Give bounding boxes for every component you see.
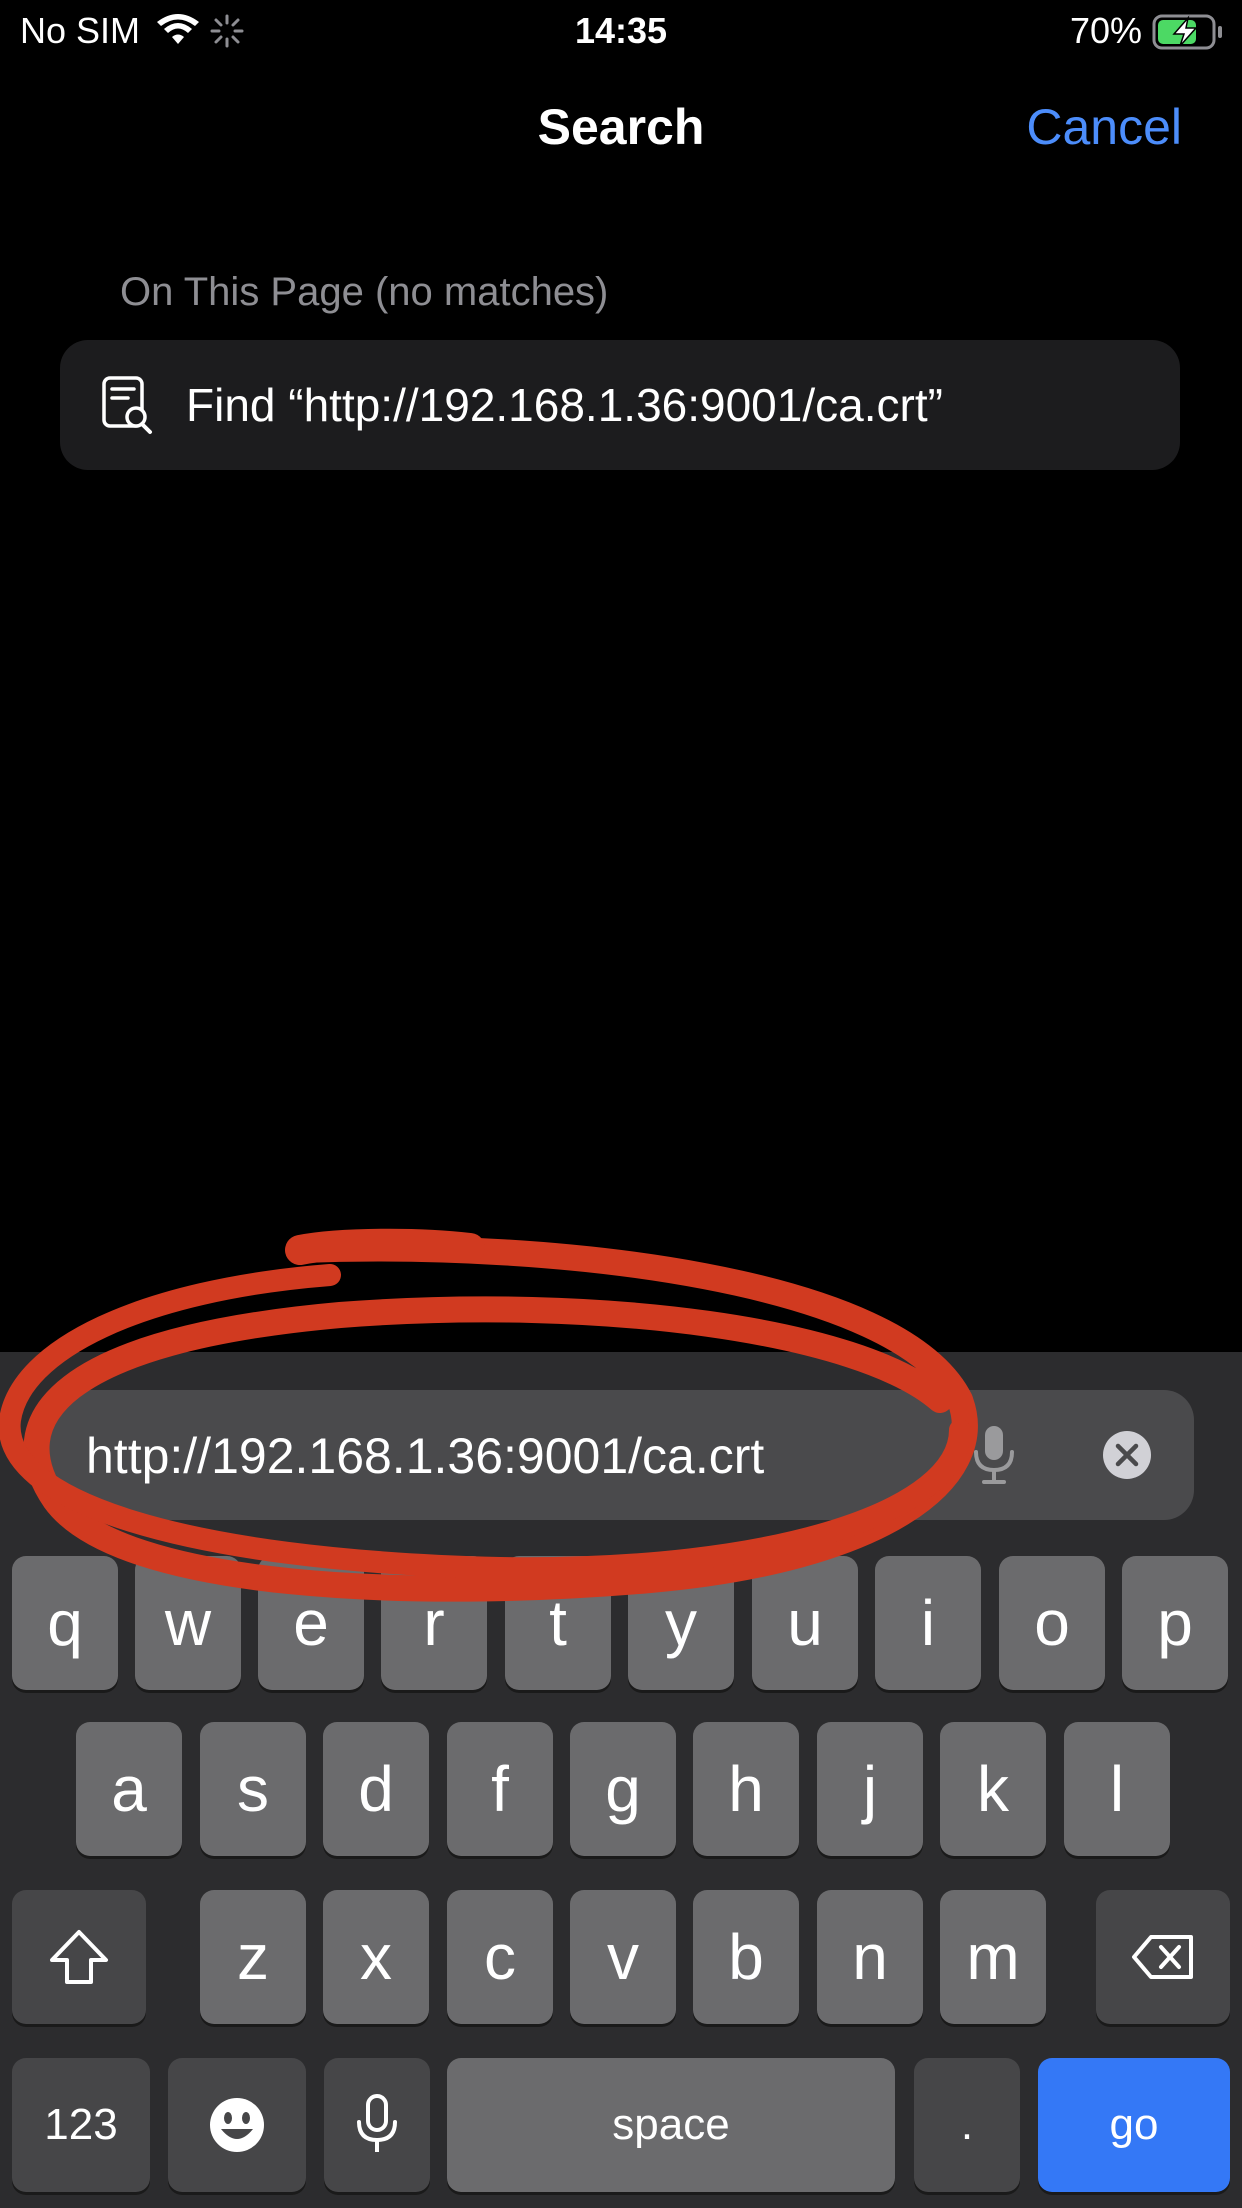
shift-key[interactable] [12,1890,146,2024]
screen: No SIM 14:35 70% Search Cancel On This P… [0,0,1242,2208]
search-input[interactable] [84,1390,948,1522]
shift-icon [50,1930,108,1984]
cancel-button[interactable]: Cancel [1026,98,1182,156]
key-c[interactable]: c [447,1890,553,2024]
search-bar [48,1390,1194,1522]
go-key[interactable]: go [1038,2058,1230,2192]
key-n[interactable]: n [817,1890,923,2024]
microphone-icon [357,2094,397,2152]
key-j[interactable]: j [817,1722,923,1856]
key-b[interactable]: b [693,1890,799,2024]
key-l[interactable]: l [1064,1722,1170,1856]
key-w[interactable]: w [135,1556,241,1690]
key-p[interactable]: p [1122,1556,1228,1690]
find-on-page-row[interactable]: Find “http://192.168.1.36:9001/ca.crt” [60,340,1180,470]
key-d[interactable]: d [323,1722,429,1856]
period-key[interactable]: . [914,2058,1020,2192]
backspace-icon [1132,1935,1193,1979]
key-t[interactable]: t [505,1556,611,1690]
key-k[interactable]: k [940,1722,1046,1856]
key-h[interactable]: h [693,1722,799,1856]
clock: 14:35 [574,10,668,51]
find-row-label: Find “http://192.168.1.36:9001/ca.crt” [186,379,943,431]
key-g[interactable]: g [570,1722,676,1856]
key-f[interactable]: f [447,1722,553,1856]
battery-percent: 70% [1069,10,1142,51]
key-q[interactable]: q [12,1556,118,1690]
key-x[interactable]: x [323,1890,429,2024]
clear-text-icon[interactable] [1102,1430,1152,1480]
key-a[interactable]: a [76,1722,182,1856]
dictation-key[interactable] [324,2058,430,2192]
key-e[interactable]: e [258,1556,364,1690]
emoji-key[interactable] [168,2058,306,2192]
delete-key[interactable] [1096,1890,1230,2024]
key-z[interactable]: z [200,1890,306,2024]
key-m[interactable]: m [940,1890,1046,2024]
battery-charging-icon [1152,14,1222,50]
key-v[interactable]: v [570,1890,676,2024]
section-header: On This Page (no matches) [120,270,609,314]
key-y[interactable]: y [628,1556,734,1690]
find-in-page-icon [102,376,152,434]
dictation-mic-icon[interactable] [966,1424,1022,1486]
emoji-icon [210,2098,264,2152]
space-key[interactable]: space [447,2058,895,2192]
key-o[interactable]: o [999,1556,1105,1690]
key-r[interactable]: r [381,1556,487,1690]
numbers-key[interactable]: 123 [12,2058,150,2192]
key-i[interactable]: i [875,1556,981,1690]
key-s[interactable]: s [200,1722,306,1856]
key-u[interactable]: u [752,1556,858,1690]
